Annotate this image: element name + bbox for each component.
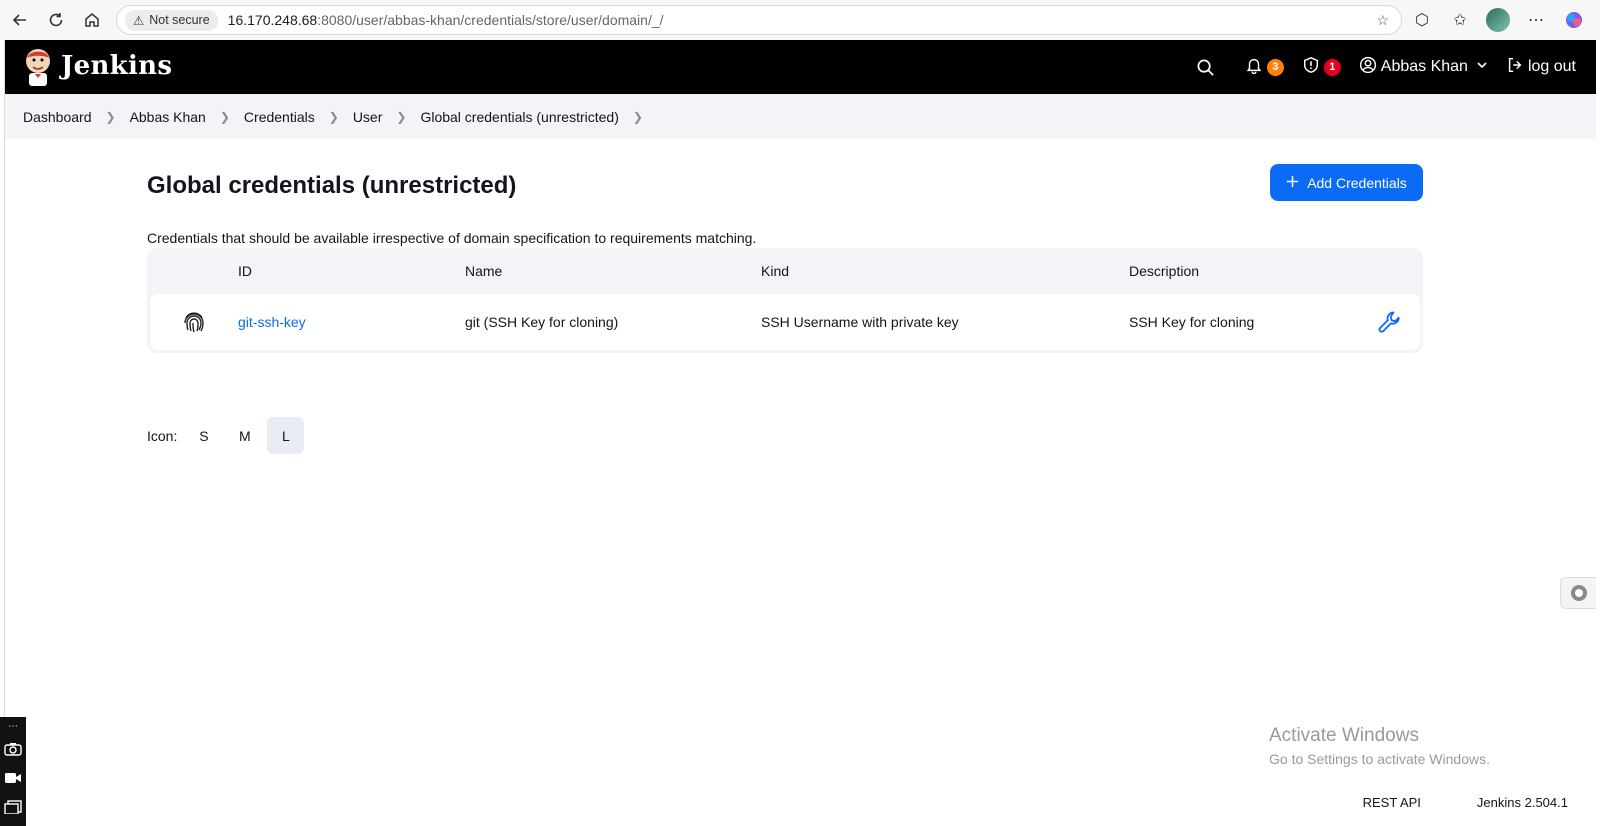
notifications-count-badge: 3 bbox=[1266, 58, 1284, 76]
credential-id-link[interactable]: git-ssh-key bbox=[238, 314, 306, 330]
security-count-badge: 1 bbox=[1323, 58, 1341, 76]
search-icon[interactable] bbox=[1196, 58, 1215, 77]
jenkins-logo[interactable]: Jenkins bbox=[23, 46, 172, 86]
more-menu-icon[interactable]: ⋯ bbox=[1520, 4, 1552, 36]
breadcrumb-dashboard[interactable]: Dashboard bbox=[23, 109, 92, 125]
url-text: 16.170.248.68:8080/user/abbas-khan/crede… bbox=[227, 12, 664, 28]
jenkins-version-link[interactable]: Jenkins 2.504.1 bbox=[1477, 795, 1568, 810]
notifications-button[interactable]: 3 bbox=[1245, 56, 1284, 79]
add-credentials-button[interactable]: Add Credentials bbox=[1270, 164, 1423, 201]
side-assistant-widget[interactable] bbox=[1560, 577, 1596, 609]
domain-description: Credentials that should be available irr… bbox=[147, 230, 757, 246]
user-menu[interactable]: Abbas Khan bbox=[1359, 56, 1488, 79]
reload-icon[interactable] bbox=[38, 4, 74, 36]
chevron-right-icon: ❯ bbox=[328, 109, 339, 124]
favorite-star-icon[interactable]: ☆ bbox=[1376, 12, 1389, 29]
security-alerts-button[interactable]: 1 bbox=[1302, 56, 1341, 79]
rest-api-link[interactable]: REST API bbox=[1363, 795, 1421, 810]
chevron-right-icon: ❯ bbox=[219, 109, 230, 124]
back-icon[interactable] bbox=[2, 4, 38, 36]
logout-icon bbox=[1506, 56, 1524, 79]
chevron-right-icon: ❯ bbox=[396, 109, 407, 124]
jenkins-header: Jenkins 3 1 Abbas Khan log out bbox=[5, 40, 1596, 94]
column-header-id[interactable]: ID bbox=[238, 263, 465, 279]
user-circle-icon bbox=[1359, 56, 1377, 79]
home-icon[interactable] bbox=[74, 4, 110, 36]
breadcrumb: Dashboard ❯ Abbas Khan ❯ Credentials ❯ User… bbox=[5, 94, 1596, 139]
logout-link[interactable]: log out bbox=[1506, 56, 1576, 79]
chevron-right-icon: ❯ bbox=[105, 109, 116, 124]
table-row: git-ssh-key git (SSH Key for cloning) SS… bbox=[150, 294, 1420, 350]
icon-size-large[interactable]: L bbox=[267, 417, 305, 454]
address-bar[interactable]: ⚠ Not secure 16.170.248.68:8080/user/abb… bbox=[116, 5, 1402, 35]
page-title: Global credentials (unrestricted) bbox=[147, 172, 517, 199]
copilot-icon[interactable] bbox=[1558, 4, 1590, 36]
camera-icon[interactable] bbox=[4, 742, 22, 761]
credential-kind: SSH Username with private key bbox=[761, 314, 959, 330]
breadcrumb-domain[interactable]: Global credentials (unrestricted) bbox=[420, 109, 618, 125]
activate-windows-watermark: Activate Windows Go to Settings to activ… bbox=[1269, 725, 1490, 767]
credentials-table: ID Name Kind Description git-ssh-key git… bbox=[147, 248, 1423, 353]
browser-toolbar: ⚠ Not secure 16.170.248.68:8080/user/abb… bbox=[0, 0, 1600, 40]
column-header-description[interactable]: Description bbox=[1129, 263, 1360, 279]
column-header-kind[interactable]: Kind bbox=[761, 263, 1129, 279]
breadcrumb-credentials[interactable]: Credentials bbox=[244, 109, 315, 125]
icon-size-selector: Icon: S M L bbox=[147, 417, 305, 454]
breadcrumb-user[interactable]: Abbas Khan bbox=[130, 109, 206, 125]
video-icon[interactable] bbox=[4, 771, 22, 790]
credential-description: SSH Key for cloning bbox=[1129, 314, 1255, 330]
icon-size-small[interactable]: S bbox=[185, 417, 222, 454]
shield-icon bbox=[1302, 56, 1320, 79]
breadcrumb-store[interactable]: User bbox=[353, 109, 383, 125]
assistant-icon bbox=[1570, 585, 1587, 601]
plus-icon bbox=[1286, 175, 1299, 191]
column-header-name[interactable]: Name bbox=[465, 263, 761, 279]
bell-icon bbox=[1245, 56, 1263, 79]
icon-size-label: Icon: bbox=[147, 427, 178, 444]
user-name: Abbas Khan bbox=[1380, 58, 1468, 75]
chevron-down-icon bbox=[1476, 58, 1488, 76]
fingerprint-icon bbox=[150, 310, 238, 334]
window-capture-icon[interactable] bbox=[4, 800, 22, 819]
extensions-icon[interactable]: ⬡ bbox=[1406, 4, 1438, 36]
favorites-icon[interactable]: ✩ bbox=[1444, 4, 1476, 36]
icon-size-medium[interactable]: M bbox=[226, 417, 263, 454]
jenkins-butler-icon bbox=[23, 46, 53, 86]
configure-wrench-icon[interactable] bbox=[1360, 308, 1420, 336]
link-icon[interactable]: ⋯ bbox=[8, 721, 18, 732]
capture-toolbar: ⋯ bbox=[0, 717, 26, 826]
chevron-right-icon[interactable]: ❯ bbox=[633, 110, 643, 124]
warning-icon: ⚠ bbox=[133, 13, 145, 28]
profile-avatar[interactable] bbox=[1482, 4, 1514, 36]
jenkins-page: Jenkins 3 1 Abbas Khan log out Dashboard… bbox=[4, 40, 1596, 826]
table-header: ID Name Kind Description bbox=[150, 248, 1420, 294]
credential-name: git (SSH Key for cloning) bbox=[465, 314, 619, 330]
security-indicator[interactable]: ⚠ Not secure bbox=[125, 9, 218, 31]
page-footer: REST API Jenkins 2.504.1 bbox=[1363, 795, 1568, 810]
